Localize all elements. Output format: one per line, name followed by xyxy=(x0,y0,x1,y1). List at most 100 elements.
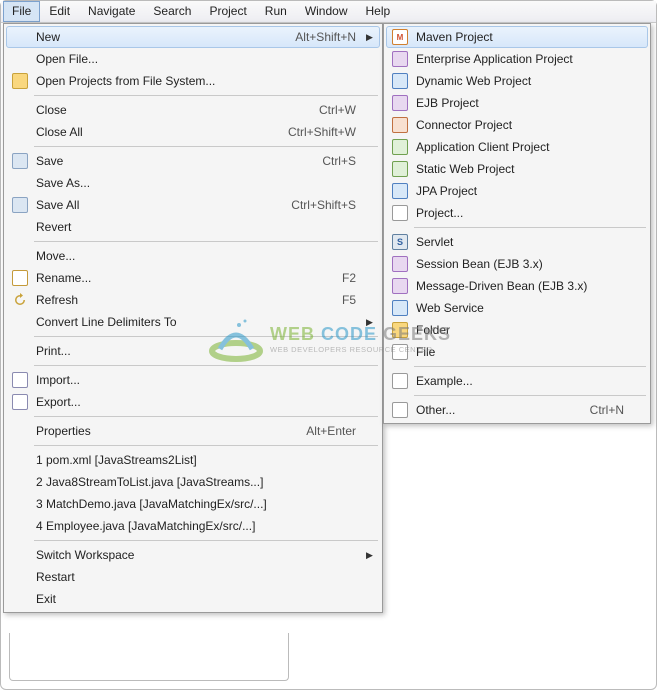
file-menu: NewAlt+Shift+N▶Open File... Open Projects… xyxy=(3,23,383,613)
menu-item-label: Example... xyxy=(412,374,634,388)
menu-separator xyxy=(414,395,646,396)
file-menu-item-save[interactable]: SaveCtrl+S xyxy=(6,150,380,172)
blank-icon xyxy=(8,545,32,565)
file-menu-item-exit[interactable]: Exit xyxy=(6,588,380,610)
file-menu-item-import[interactable]: Import... xyxy=(6,369,380,391)
menu-item-label: Close xyxy=(32,103,319,117)
menubar-item-window[interactable]: Window xyxy=(296,1,357,22)
file-menu-item-convert-line-delimiters-to[interactable]: Convert Line Delimiters To▶ xyxy=(6,311,380,333)
menubar-item-edit[interactable]: Edit xyxy=(40,1,79,22)
maven-icon: M xyxy=(388,27,412,47)
new-menu-item-project[interactable]: Project... xyxy=(386,202,648,224)
new-menu-item-maven-project[interactable]: MMaven Project xyxy=(386,26,648,48)
file-menu-item-save-all[interactable]: Save AllCtrl+Shift+S xyxy=(6,194,380,216)
blank-icon xyxy=(8,100,32,120)
ejb-icon xyxy=(388,276,412,296)
menu-item-label: Open Projects from File System... xyxy=(32,74,366,88)
file-menu-item-switch-workspace[interactable]: Switch Workspace▶ xyxy=(6,544,380,566)
submenu-arrow-icon: ▶ xyxy=(366,550,376,561)
menu-item-label: Static Web Project xyxy=(412,162,634,176)
ejb-icon xyxy=(388,93,412,113)
menu-item-shortcut: F2 xyxy=(342,271,366,285)
menu-item-label: Save xyxy=(32,154,322,168)
menubar-item-run[interactable]: Run xyxy=(256,1,296,22)
file-menu-item-2-java8streamtolist-java-javastreams[interactable]: 2 Java8StreamToList.java [JavaStreams...… xyxy=(6,471,380,493)
file-menu-item-new[interactable]: NewAlt+Shift+N▶ xyxy=(6,26,380,48)
save-icon xyxy=(8,195,32,215)
menu-separator xyxy=(34,540,378,541)
new-menu-item-application-client-project[interactable]: Application Client Project xyxy=(386,136,648,158)
file-icon xyxy=(388,203,412,223)
menu-item-label: Print... xyxy=(32,344,366,358)
new-menu-item-session-bean-ejb-3-x[interactable]: Session Bean (EJB 3.x) xyxy=(386,253,648,275)
new-menu-item-folder[interactable]: Folder xyxy=(386,319,648,341)
menu-item-label: 1 pom.xml [JavaStreams2List] xyxy=(32,453,366,467)
file-menu-item-export[interactable]: Export... xyxy=(6,391,380,413)
menubar-item-project[interactable]: Project xyxy=(200,1,255,22)
file-menu-item-4-employee-java-javamatchingex-src[interactable]: 4 Employee.java [JavaMatchingEx/src/...] xyxy=(6,515,380,537)
menu-separator xyxy=(34,416,378,417)
menu-item-label: Revert xyxy=(32,220,366,234)
file-menu-item-rename[interactable]: Rename...F2 xyxy=(6,267,380,289)
menubar-item-help[interactable]: Help xyxy=(357,1,400,22)
new-menu-item-web-service[interactable]: Web Service xyxy=(386,297,648,319)
new-menu-item-connector-project[interactable]: Connector Project xyxy=(386,114,648,136)
menu-item-shortcut: Ctrl+N xyxy=(590,403,634,417)
file-icon xyxy=(388,342,412,362)
new-menu-item-jpa-project[interactable]: JPA Project xyxy=(386,180,648,202)
new-menu-item-servlet[interactable]: SServlet xyxy=(386,231,648,253)
menu-item-label: New xyxy=(32,30,295,44)
new-menu-item-message-driven-bean-ejb-3-x[interactable]: Message-Driven Bean (EJB 3.x) xyxy=(386,275,648,297)
menu-item-label: Rename... xyxy=(32,271,342,285)
new-menu-item-enterprise-application-project[interactable]: Enterprise Application Project xyxy=(386,48,648,70)
file-menu-item-refresh[interactable]: RefreshF5 xyxy=(6,289,380,311)
new-menu-item-other[interactable]: Other...Ctrl+N xyxy=(386,399,648,421)
file-menu-item-print[interactable]: Print... xyxy=(6,340,380,362)
menu-separator xyxy=(34,146,378,147)
servlet-icon: S xyxy=(388,232,412,252)
blank-icon xyxy=(8,173,32,193)
submenu-arrow-icon: ▶ xyxy=(366,32,376,43)
new-menu-item-example[interactable]: Example... xyxy=(386,370,648,392)
edit-icon xyxy=(8,268,32,288)
new-menu-item-ejb-project[interactable]: EJB Project xyxy=(386,92,648,114)
blank-icon xyxy=(8,450,32,470)
menu-separator xyxy=(34,241,378,242)
file-menu-item-close-all[interactable]: Close AllCtrl+Shift+W xyxy=(6,121,380,143)
file-menu-item-move[interactable]: Move... xyxy=(6,245,380,267)
menu-item-label: 2 Java8StreamToList.java [JavaStreams...… xyxy=(32,475,366,489)
new-menu-item-static-web-project[interactable]: Static Web Project xyxy=(386,158,648,180)
file-menu-item-1-pom-xml-javastreams2list[interactable]: 1 pom.xml [JavaStreams2List] xyxy=(6,449,380,471)
menubar: File Edit Navigate Search Project Run Wi… xyxy=(1,1,656,23)
file-menu-item-open-file[interactable]: Open File... xyxy=(6,48,380,70)
file-menu-item-save-as[interactable]: Save As... xyxy=(6,172,380,194)
file-menu-item-restart[interactable]: Restart xyxy=(6,566,380,588)
blank-icon xyxy=(8,312,32,332)
blank-icon xyxy=(8,494,32,514)
menu-item-label: Convert Line Delimiters To xyxy=(32,315,366,329)
new-menu-item-dynamic-web-project[interactable]: Dynamic Web Project xyxy=(386,70,648,92)
static-icon xyxy=(388,159,412,179)
file-menu-item-revert[interactable]: Revert xyxy=(6,216,380,238)
menu-item-label: 4 Employee.java [JavaMatchingEx/src/...] xyxy=(32,519,366,533)
menu-item-label: Export... xyxy=(32,395,366,409)
new-submenu: MMaven ProjectEnterprise Application Pro… xyxy=(383,23,651,424)
menubar-item-file[interactable]: File xyxy=(3,1,40,22)
file-menu-item-3-matchdemo-java-javamatchingex-src[interactable]: 3 MatchDemo.java [JavaMatchingEx/src/...… xyxy=(6,493,380,515)
file-menu-item-properties[interactable]: PropertiesAlt+Enter xyxy=(6,420,380,442)
menubar-item-search[interactable]: Search xyxy=(144,1,200,22)
folder2-icon xyxy=(388,320,412,340)
menu-item-label: Save As... xyxy=(32,176,366,190)
menu-separator xyxy=(34,365,378,366)
menu-item-label: Web Service xyxy=(412,301,634,315)
file-menu-item-open-projects-from-file-system[interactable]: Open Projects from File System... xyxy=(6,70,380,92)
new-menu-item-file[interactable]: File xyxy=(386,341,648,363)
file-menu-item-close[interactable]: CloseCtrl+W xyxy=(6,99,380,121)
refresh-icon xyxy=(8,290,32,310)
static-icon xyxy=(388,137,412,157)
ejb-icon xyxy=(388,254,412,274)
blank-icon xyxy=(8,246,32,266)
file-icon xyxy=(388,371,412,391)
file-icon xyxy=(388,400,412,420)
menubar-item-navigate[interactable]: Navigate xyxy=(79,1,144,22)
